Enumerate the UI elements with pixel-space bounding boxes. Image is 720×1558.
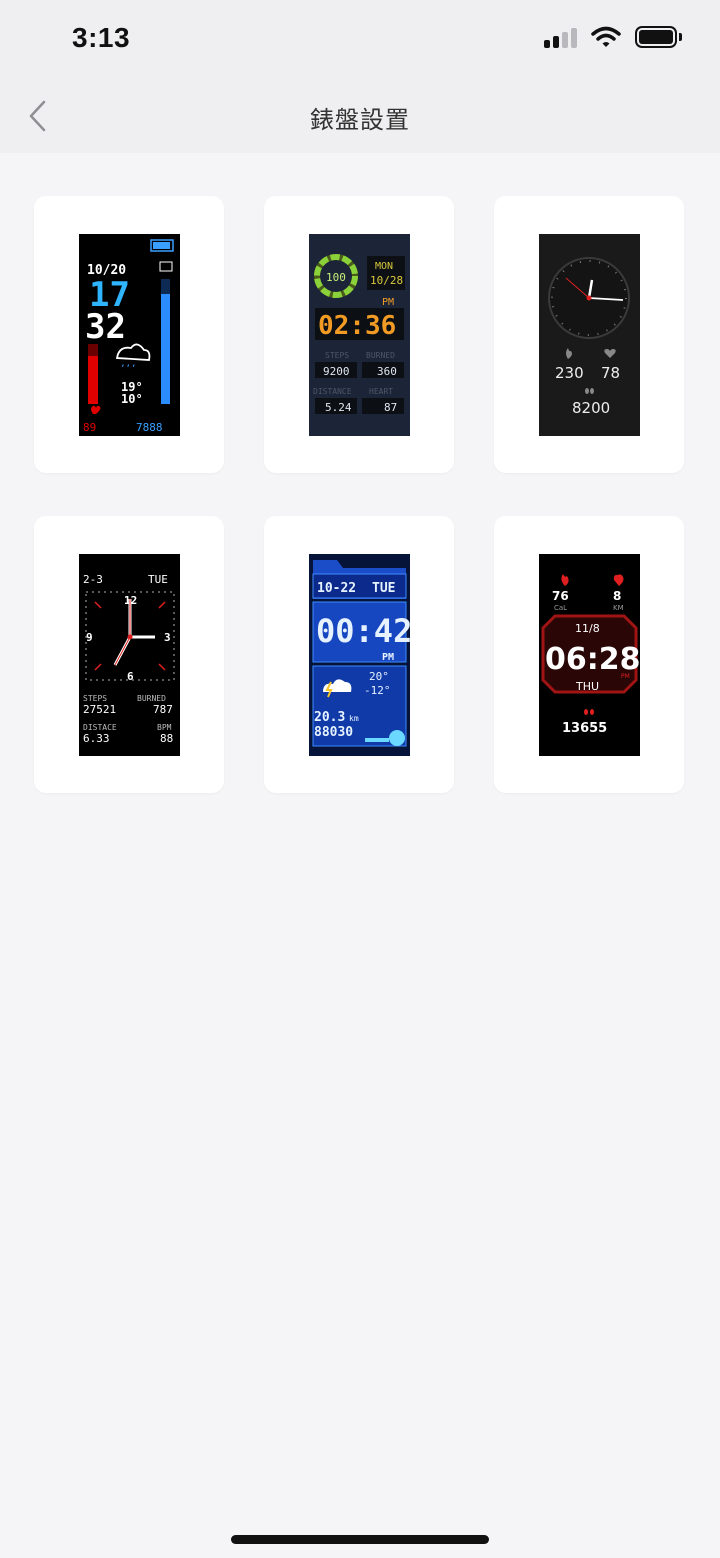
face-bpm: 88 (160, 732, 173, 745)
face-ampm: PM (382, 652, 394, 663)
face-date: 10/28 (370, 274, 403, 287)
face-ampm: PM (621, 673, 630, 680)
face-heart: 87 (384, 401, 397, 414)
face-distance: 6.33 (83, 732, 110, 745)
face-time: 02:36 (318, 311, 396, 341)
face-bpm-label: BPM (157, 723, 172, 732)
face-day: THU (575, 680, 599, 693)
face-temp-low: 10° (121, 392, 143, 406)
face-distance-label: DISTANCE (313, 387, 352, 396)
watch-face-preview: 230 78 8200 (538, 233, 640, 436)
face-cal-label: CaL (554, 604, 567, 612)
face-heart: 78 (601, 364, 620, 382)
status-time: 3:13 (72, 22, 131, 53)
face-temp-high: 20° (369, 670, 389, 683)
face-distance-label: DISTACE (83, 723, 117, 732)
face-burned: 787 (153, 703, 173, 716)
face-time: 06:28 (545, 642, 640, 677)
face-date: 2-3 (83, 573, 103, 586)
face-battery: 100 (326, 271, 346, 284)
face-steps-label: STEPS (83, 694, 107, 703)
face-heart: 89 (83, 421, 96, 434)
svg-text:ʼʼʼ: ʼʼʼ (120, 364, 136, 374)
face-date: 11/8 (575, 622, 600, 635)
face-distance: 8 (613, 589, 621, 603)
watch-face-preview: 2-3 TUE 12 3 6 9 STEPS BURNED 27521 (78, 553, 180, 756)
face-burned: 360 (377, 365, 397, 378)
face-numeral-6: 6 (127, 670, 134, 683)
face-day: MON (375, 261, 393, 272)
face-burned-label: BURNED (137, 694, 166, 703)
watch-face-card-5[interactable]: 10-22 TUE 00:42 PM 20° -12° 20.3 km 8803… (264, 516, 454, 793)
face-time: 00:42 (316, 612, 410, 650)
face-distance: 5.24 (325, 401, 352, 414)
face-steps: 7888 (136, 421, 163, 434)
watch-face-card-3[interactable]: 230 78 8200 (494, 196, 684, 473)
face-minute: 32 (85, 307, 126, 347)
home-indicator[interactable] (231, 1535, 489, 1544)
face-temp-low: -12° (364, 684, 391, 697)
watch-face-preview: 10/20 17 32 ʼʼʼ 19° 10° 89 7888 (78, 233, 180, 436)
face-burned-label: BURNED (366, 351, 395, 360)
face-day: TUE (372, 581, 395, 596)
watch-face-card-2[interactable]: 100 MON 10/28 PM 02:36 STEPS BURNED 9200… (264, 196, 454, 473)
watch-face-preview: 100 MON 10/28 PM 02:36 STEPS BURNED 9200… (308, 233, 410, 436)
face-distance: 20.3 (314, 710, 345, 725)
face-ampm: PM (382, 297, 394, 308)
watch-face-preview: 76 CaL 8 KM 11/8 06:28 PM THU 13655 (538, 553, 640, 756)
face-calories: 230 (555, 364, 584, 382)
face-steps: 13655 (562, 721, 607, 736)
face-steps: 9200 (323, 365, 350, 378)
face-km-label: KM (613, 604, 624, 612)
face-steps-label: STEPS (325, 351, 349, 360)
face-steps: 88030 (314, 725, 353, 740)
face-steps: 27521 (83, 703, 116, 716)
watch-face-card-6[interactable]: 76 CaL 8 KM 11/8 06:28 PM THU 13655 (494, 516, 684, 793)
face-numeral-3: 3 (164, 631, 171, 644)
face-calories: 76 (552, 589, 569, 603)
cellular-signal-icon (544, 26, 577, 48)
face-day: TUE (148, 573, 168, 586)
watch-face-card-4[interactable]: 2-3 TUE 12 3 6 9 STEPS BURNED 27521 (34, 516, 224, 793)
watch-face-card-1[interactable]: 10/20 17 32 ʼʼʼ 19° 10° 89 7888 (34, 196, 224, 473)
wifi-icon (591, 26, 621, 47)
status-icons (544, 26, 682, 48)
face-numeral-9: 9 (86, 631, 93, 644)
watch-face-grid: 10/20 17 32 ʼʼʼ 19° 10° 89 7888 100 MON … (34, 196, 684, 793)
face-steps: 8200 (572, 399, 610, 417)
face-date: 10-22 (317, 581, 356, 596)
face-distance-unit: km (349, 714, 359, 723)
watch-face-preview: 10-22 TUE 00:42 PM 20° -12° 20.3 km 8803… (308, 553, 410, 756)
navigation-bar: 錶盤設置 (0, 80, 720, 153)
battery-icon (635, 26, 682, 48)
status-bar: 3:13 (0, 0, 720, 80)
face-heart-label: HEART (369, 387, 393, 396)
page-title: 錶盤設置 (310, 107, 410, 134)
